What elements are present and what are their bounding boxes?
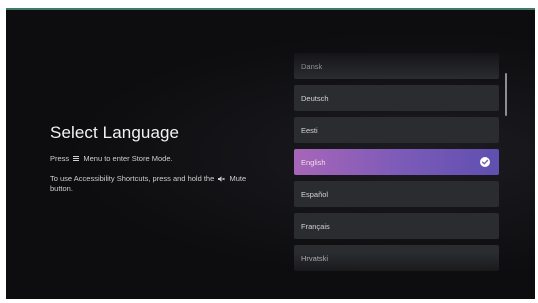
language-option-deutsch[interactable]: Deutsch [294,85,499,111]
language-list[interactable]: Dansk Deutsch Eesti English Español Fran… [294,53,499,278]
page-title: Select Language [50,123,180,142]
accessibility-hint-prefix: To use Accessibility Shortcuts, press an… [50,174,215,183]
language-option-label: Deutsch [301,93,329,103]
store-mode-hint: Press Menu to enter Store Mode. [50,154,173,164]
language-option-eesti[interactable]: Eesti [294,117,499,143]
accessibility-hint: To use Accessibility Shortcuts, press an… [50,174,260,194]
menu-icon [73,156,80,162]
list-scrollbar[interactable] [505,73,507,116]
language-option-francais[interactable]: Français [294,213,499,239]
language-option-hrvatski[interactable]: Hrvatski [294,245,499,271]
mute-icon [218,175,226,182]
language-option-label: Hrvatski [301,253,329,263]
language-option-espanol[interactable]: Español [294,181,499,207]
language-option-label: Eesti [301,125,318,135]
language-setup-screen: Select Language Press Menu to enter Stor… [6,8,535,299]
language-option-label: Français [301,221,330,231]
language-option-label: English [301,157,326,167]
language-option-label: Dansk [301,61,323,71]
checkmark-icon [480,157,490,167]
tv-frame: Select Language Press Menu to enter Stor… [0,0,538,303]
store-mode-hint-prefix: Press [50,154,70,163]
language-option-label: Español [301,189,329,199]
store-mode-hint-suffix: Menu to enter Store Mode. [83,154,173,163]
language-option-english[interactable]: English [294,149,499,175]
language-option-dansk[interactable]: Dansk [294,53,499,79]
